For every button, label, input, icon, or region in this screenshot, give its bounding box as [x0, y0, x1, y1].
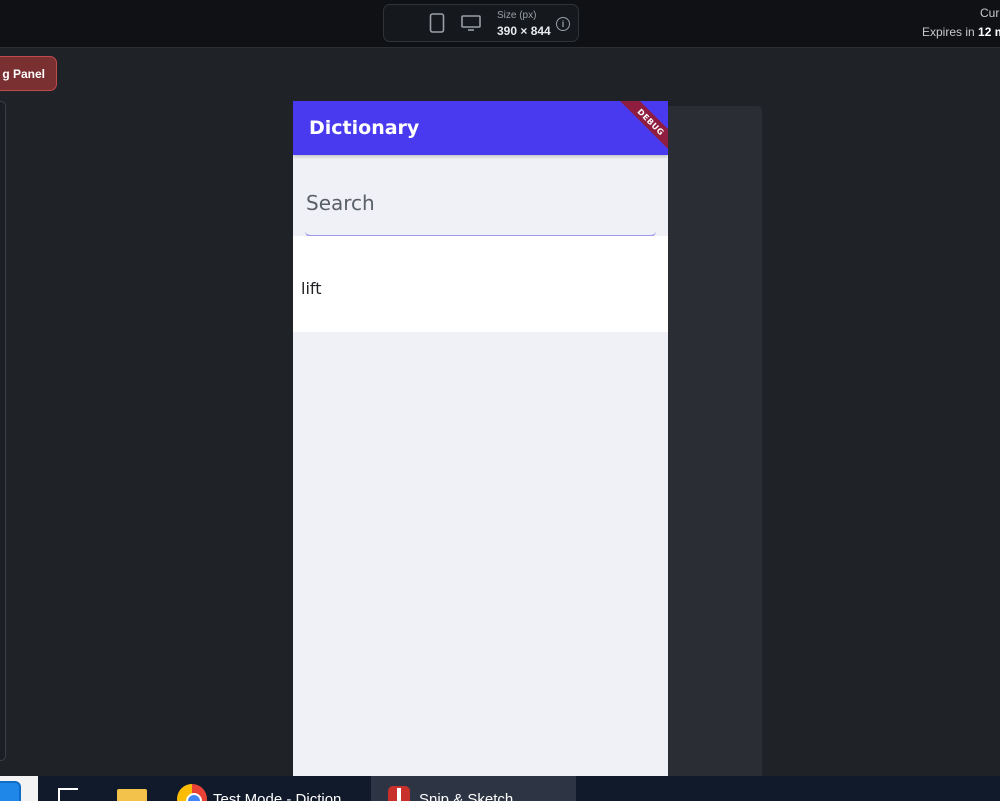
snip-sketch-button[interactable]: Snip & Sketch — [371, 776, 576, 801]
size-label: Size (px) — [497, 10, 537, 21]
expires-prefix: Expires in — [922, 25, 979, 39]
result-list: lift — [293, 236, 668, 332]
top-toolbar: Size (px) 390 × 844 i Curr Expires in 12… — [0, 0, 1000, 782]
phone-preview: Dictionary DEBUG Search lift — [293, 101, 668, 777]
app-title: Dictionary — [309, 117, 420, 139]
chrome-icon[interactable] — [177, 784, 207, 801]
folder-icon[interactable] — [117, 789, 147, 801]
device-selector: Size (px) 390 × 844 i — [383, 4, 762, 782]
tablet-icon — [429, 13, 445, 33]
expires-value: 12 m — [978, 25, 1000, 39]
expires-text: Expires in 12 m — [922, 25, 1000, 39]
chrome-window-label[interactable]: Test Mode - Diction — [213, 791, 341, 801]
start-icon — [0, 781, 21, 801]
start-button[interactable] — [0, 776, 38, 801]
list-item[interactable]: lift — [301, 279, 322, 298]
info-icon[interactable]: i — [556, 17, 570, 31]
task-view-icon[interactable] — [58, 788, 78, 801]
snip-sketch-label: Snip & Sketch — [419, 791, 514, 801]
desktop-device-button[interactable] — [455, 7, 487, 39]
search-placeholder: Search — [306, 191, 375, 215]
taskbar: Test Mode - Diction Snip & Sketch — [0, 776, 1000, 801]
size-value: 390 × 844 — [497, 24, 551, 38]
snip-sketch-icon — [388, 786, 410, 801]
left-sidebar — [0, 101, 6, 761]
search-input[interactable]: Search — [305, 181, 656, 237]
monitor-icon — [461, 15, 481, 31]
tablet-device-button[interactable] — [421, 7, 453, 39]
panel-button[interactable]: g Panel — [0, 56, 57, 91]
app-bar: Dictionary — [293, 101, 668, 155]
plan-status-text: Curr — [980, 6, 1000, 20]
